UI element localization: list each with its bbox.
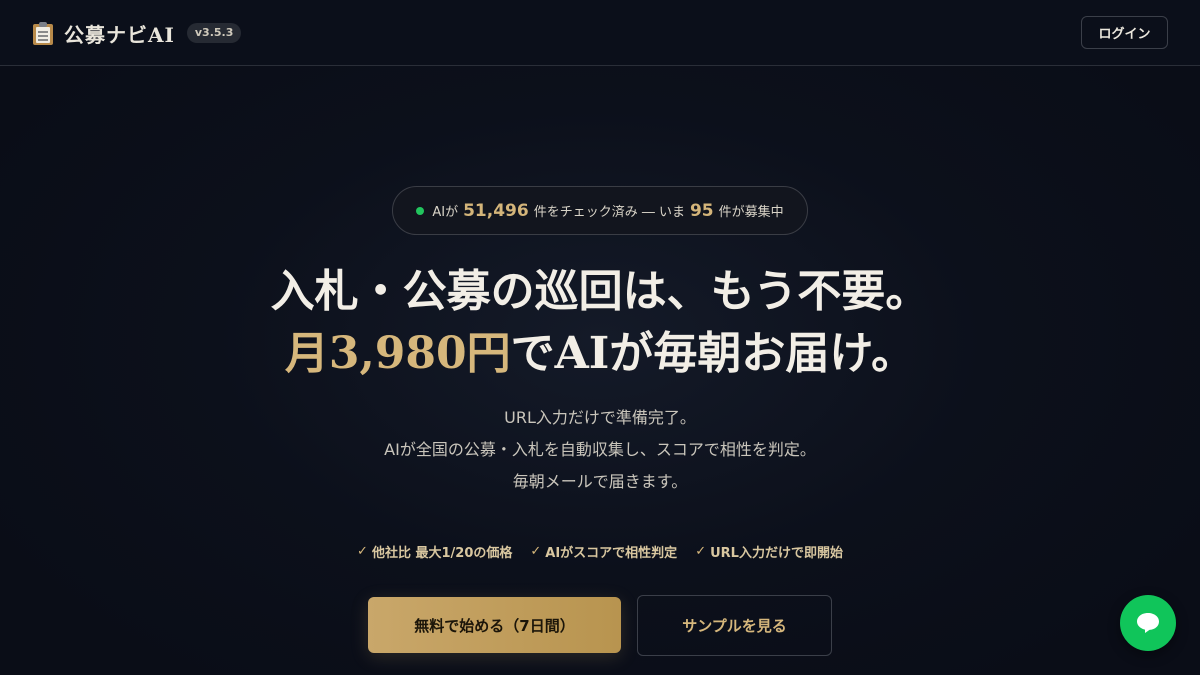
feature-item: ✓ AIがスコアで相性判定 (530, 539, 677, 563)
feature-label: 他社比 最大1/20の価格 (371, 545, 513, 561)
brand[interactable]: 公募ナビAI v3.5.3 (32, 20, 242, 47)
checked-count: 51,496 (463, 200, 529, 221)
feature-item: ✓ URL入力だけで即開始 (695, 539, 843, 563)
open-count: 95 (689, 200, 714, 221)
description-line-2: AIが全国の公募・入札を自動収集し、スコアで相性を判定。 (384, 440, 816, 459)
description-line-3: 毎朝メールで届きます。 (512, 472, 688, 491)
open-suffix: 件が募集中 (718, 205, 784, 220)
headline-line-2: 月3,980円でAIが毎朝お届け。 (0, 324, 1200, 384)
status-dot (416, 206, 425, 215)
check-icon: ✓ (530, 543, 542, 559)
chat-button[interactable] (1120, 595, 1176, 651)
site-header: 公募ナビAI v3.5.3 ログイン (0, 0, 1200, 66)
feature-list: ✓ 他社比 最大1/20の価格 ✓ AIがスコアで相性判定 ✓ URL入力だけで… (0, 539, 1200, 563)
price-highlight: 月3,980円 (284, 328, 511, 379)
check-icon: ✓ (357, 543, 368, 559)
login-button[interactable]: ログイン (1081, 16, 1168, 49)
landing-page: 公募ナビAI v3.5.3 ログイン AIが 51,496 件をチェック済み ―… (0, 0, 1200, 675)
clipboard-icon (32, 21, 54, 45)
feature-label: AIがスコアで相性判定 (545, 545, 678, 561)
view-sample-button[interactable]: サンプルを見る (637, 595, 832, 656)
stats-pill: AIが 51,496 件をチェック済み ― いま 95 件が募集中 (392, 186, 808, 235)
feature-label: URL入力だけで即開始 (710, 545, 843, 561)
check-icon: ✓ (695, 543, 707, 559)
feature-item: ✓ 他社比 最大1/20の価格 (357, 539, 512, 563)
chat-bubble-icon (1137, 613, 1159, 633)
stats-prefix: AIが (432, 205, 459, 220)
start-free-trial-button[interactable]: 無料で始める（7日間） (368, 597, 621, 653)
version-badge: v3.5.3 (186, 23, 242, 43)
brand-name: 公募ナビAI (64, 22, 175, 47)
description-line-1: URL入力だけで準備完了。 (504, 408, 696, 427)
headline-line-1: 入札・公募の巡回は、もう不要。 (270, 266, 930, 317)
headline-line-2-rest: でAIが毎朝お届け。 (510, 328, 916, 379)
checked-suffix: 件をチェック済み ― いま (533, 205, 685, 220)
